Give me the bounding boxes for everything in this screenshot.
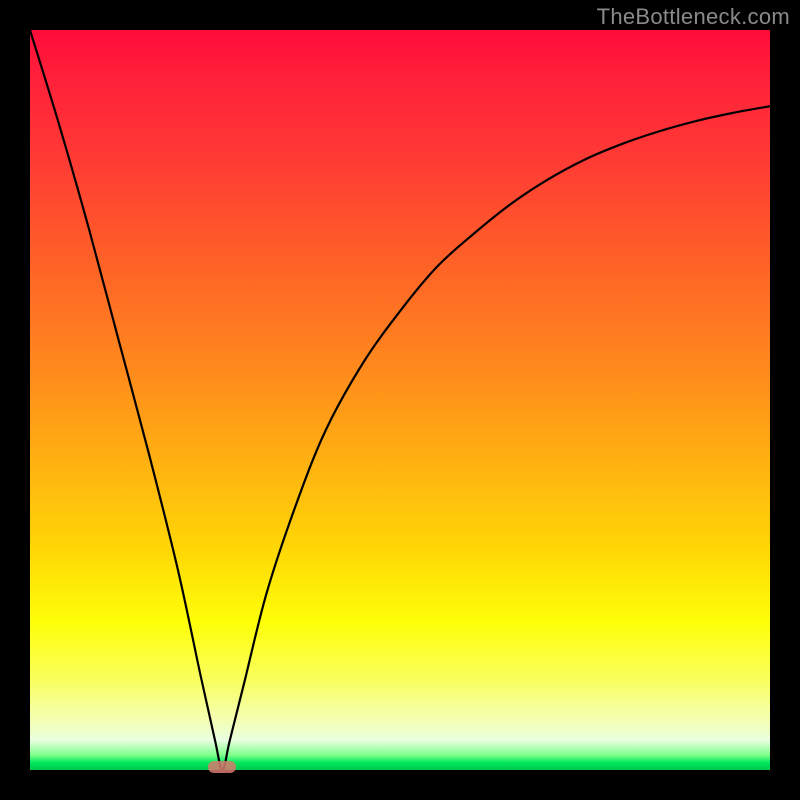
optimum-marker [208,761,236,773]
chart-frame: TheBottleneck.com [0,0,800,800]
plot-area [30,30,770,770]
bottleneck-curve-path [30,30,770,770]
watermark-text: TheBottleneck.com [597,4,790,30]
curve-svg [30,30,770,770]
